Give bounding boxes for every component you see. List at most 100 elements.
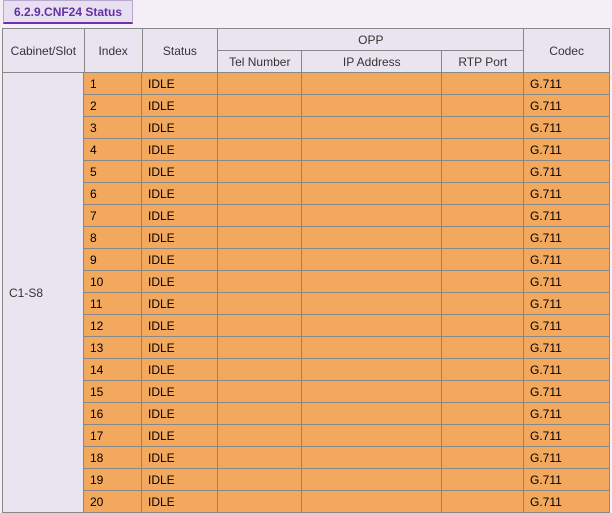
cell-index: 13 (84, 337, 142, 359)
cell-index: 8 (84, 227, 142, 249)
cell-ip (302, 183, 442, 205)
cell-tel (218, 161, 302, 183)
table-row[interactable]: 17IDLEG.711 (84, 425, 610, 447)
cell-rtp (442, 271, 524, 293)
cell-rtp (442, 73, 524, 95)
cell-ip (302, 271, 442, 293)
cell-index: 19 (84, 469, 142, 491)
cell-status: IDLE (142, 249, 218, 271)
table-row[interactable]: 16IDLEG.711 (84, 403, 610, 425)
cell-index: 9 (84, 249, 142, 271)
table-row[interactable]: 15IDLE G.711 (84, 381, 610, 403)
cell-status: IDLE (142, 227, 218, 249)
cell-rtp (442, 227, 524, 249)
table-row[interactable]: 1IDLE G.711 (84, 73, 610, 95)
cell-tel (218, 205, 302, 227)
cell-codec: G.711 (524, 73, 610, 95)
cell-tel (218, 271, 302, 293)
cell-index: 18 (84, 447, 142, 469)
cell-ip (302, 381, 442, 403)
cell-index: 7 (84, 205, 142, 227)
cell-index: 6 (84, 183, 142, 205)
cell-rtp (442, 183, 524, 205)
cell-index: 2 (84, 95, 142, 117)
cell-tel (218, 469, 302, 491)
cell-ip (302, 139, 442, 161)
col-status: Status (143, 29, 219, 73)
table-body: C1-S8 1IDLEG.7112IDLEG.7113IDLEG.7114IDL… (3, 73, 610, 513)
cell-tel (218, 293, 302, 315)
cell-status: IDLE (142, 381, 218, 403)
cell-status: IDLE (142, 447, 218, 469)
cell-rtp (442, 139, 524, 161)
cell-tel (218, 117, 302, 139)
cell-codec: G.711 (524, 381, 610, 403)
cell-tel (218, 227, 302, 249)
table-row[interactable]: 12IDLE G.711 (84, 315, 610, 337)
cell-index: 15 (84, 381, 142, 403)
table-row[interactable]: 6IDLE G.711 (84, 183, 610, 205)
table-row[interactable]: 19IDLEG.711 (84, 469, 610, 491)
cell-index: 1 (84, 73, 142, 95)
tab-label: 6.2.9.CNF24 Status (14, 5, 122, 19)
cell-tel (218, 183, 302, 205)
cell-rtp (442, 403, 524, 425)
col-ip-address: IP Address (302, 51, 442, 73)
cell-status: IDLE (142, 73, 218, 95)
col-opp: OPP (218, 29, 524, 51)
cell-rtp (442, 425, 524, 447)
cell-ip (302, 359, 442, 381)
cell-tel (218, 359, 302, 381)
table-row[interactable]: 4IDLEG.711 (84, 139, 610, 161)
cell-rtp (442, 117, 524, 139)
cell-codec: G.711 (524, 315, 610, 337)
cell-status: IDLE (142, 161, 218, 183)
cell-tel (218, 337, 302, 359)
cell-status: IDLE (142, 183, 218, 205)
cell-index: 12 (84, 315, 142, 337)
cell-index: 5 (84, 161, 142, 183)
cell-ip (302, 337, 442, 359)
cell-status: IDLE (142, 139, 218, 161)
table-row[interactable]: 18IDLEG.711 (84, 447, 610, 469)
cell-ip (302, 491, 442, 513)
cell-tel (218, 73, 302, 95)
cell-codec: G.711 (524, 183, 610, 205)
table-row[interactable]: 3IDLEG.711 (84, 117, 610, 139)
table-row[interactable]: 13IDLEG.711 (84, 337, 610, 359)
cell-index: 10 (84, 271, 142, 293)
cell-tel (218, 95, 302, 117)
table-row[interactable]: 20IDLEG.711 (84, 491, 610, 513)
cell-tel (218, 381, 302, 403)
table-row[interactable]: 2IDLEG.711 (84, 95, 610, 117)
cell-index: 17 (84, 425, 142, 447)
table-row[interactable]: 7IDLEG.711 (84, 205, 610, 227)
table-row[interactable]: 10IDLEG.711 (84, 271, 610, 293)
cell-codec: G.711 (524, 95, 610, 117)
cell-tel (218, 139, 302, 161)
cell-codec: G.711 (524, 293, 610, 315)
table-row[interactable]: 5IDLEG.711 (84, 161, 610, 183)
cell-ip (302, 161, 442, 183)
cell-index: 16 (84, 403, 142, 425)
cell-status: IDLE (142, 315, 218, 337)
cell-ip (302, 249, 442, 271)
cell-codec: G.711 (524, 139, 610, 161)
cell-tel (218, 447, 302, 469)
table-row[interactable]: 14IDLEG.711 (84, 359, 610, 381)
cell-rtp (442, 491, 524, 513)
cell-codec: G.711 (524, 337, 610, 359)
cell-status: IDLE (142, 469, 218, 491)
table-row[interactable]: 9IDLEG.711 (84, 249, 610, 271)
cell-rtp (442, 161, 524, 183)
cell-codec: G.711 (524, 425, 610, 447)
tab-cnf24-status[interactable]: 6.2.9.CNF24 Status (3, 0, 133, 24)
cell-ip (302, 293, 442, 315)
cell-ip (302, 469, 442, 491)
table-row[interactable]: 11IDLEG.711 (84, 293, 610, 315)
table-row[interactable]: 8IDLEG.711 (84, 227, 610, 249)
cell-rtp (442, 315, 524, 337)
cell-status: IDLE (142, 403, 218, 425)
cell-status: IDLE (142, 491, 218, 513)
cell-ip (302, 205, 442, 227)
